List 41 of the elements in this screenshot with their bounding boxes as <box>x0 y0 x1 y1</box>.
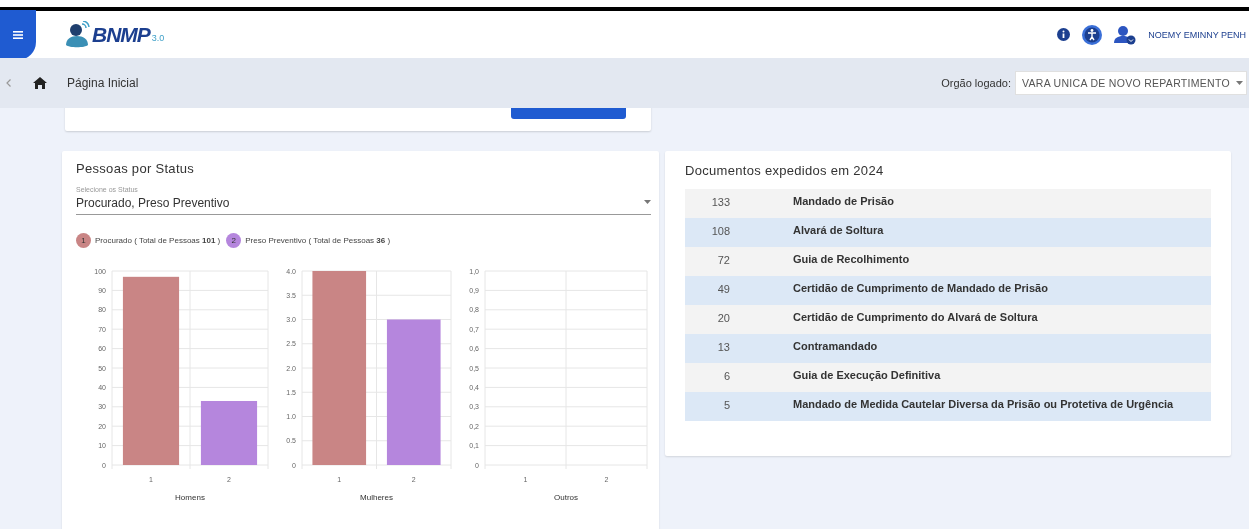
menu-button[interactable] <box>0 10 36 60</box>
table-cell-text: Guia de Execução Definitiva <box>793 368 942 383</box>
card-title: Documentos expedidos em 2024 <box>685 163 885 178</box>
table-cell-text: 13 <box>716 341 730 353</box>
accessibility-icon[interactable] <box>1082 24 1103 45</box>
axis-title: Homens <box>175 493 205 502</box>
table-cell-text: 108 <box>710 225 730 237</box>
table-cell-text: 5 <box>722 399 730 411</box>
table-cell-text: Contramandado <box>793 339 879 354</box>
menu-icon <box>13 30 23 40</box>
caret-icon <box>1236 81 1243 85</box>
legend-number: 1 <box>76 233 91 248</box>
user-name[interactable]: NOEMY EMINNY PENH <box>1148 29 1246 40</box>
home-icon[interactable] <box>33 77 47 89</box>
breadcrumb-page[interactable]: Página Inicial <box>67 76 139 90</box>
table-cell-text: Guia de Recolhimento <box>793 252 911 267</box>
table-cell-text: Alvará de Soltura <box>793 223 885 238</box>
org-label: Orgão logado: <box>941 77 1011 89</box>
table-cell-text: 49 <box>716 283 730 295</box>
table-cell-text: Mandado de Medida Cautelar Diversa da Prisão ou Protetiva de Urgência <box>793 397 1175 412</box>
table-cell-text: Mandado de Prisão <box>793 194 895 209</box>
logo-version: 3.0 <box>151 32 165 43</box>
table-cell-text: Certidão de Cumprimento do Alvará de Soltura <box>793 310 1039 325</box>
logo-text: BNMP <box>92 22 150 47</box>
table-cell-text: 6 <box>722 370 730 382</box>
axis-title: Mulheres <box>360 493 393 502</box>
legend-text: Preso Preventivo ( Total de Pessoas 36 ) <box>245 236 391 245</box>
caret-icon <box>644 199 651 204</box>
table-cell-text: 72 <box>716 254 730 266</box>
bar <box>200 401 258 465</box>
table-cell-text: 133 <box>710 196 730 208</box>
table-cell-text: 20 <box>716 312 730 324</box>
axis-title: Outros <box>554 493 579 502</box>
user-icon[interactable] <box>1114 24 1137 45</box>
info-icon[interactable] <box>1057 28 1071 41</box>
person-icon <box>64 20 90 49</box>
org-select[interactable]: VARA UNICA DE NOVO REPARTIMENTO <box>1014 71 1247 95</box>
table-cell-text: Certidão de Cumprimento de Mandado de Prisão <box>793 281 1049 296</box>
legend-text: Procurado ( Total de Pessoas 101 ) <box>95 236 221 245</box>
card-title: Pessoas por Status <box>76 161 196 176</box>
legend-number: 2 <box>226 233 242 248</box>
